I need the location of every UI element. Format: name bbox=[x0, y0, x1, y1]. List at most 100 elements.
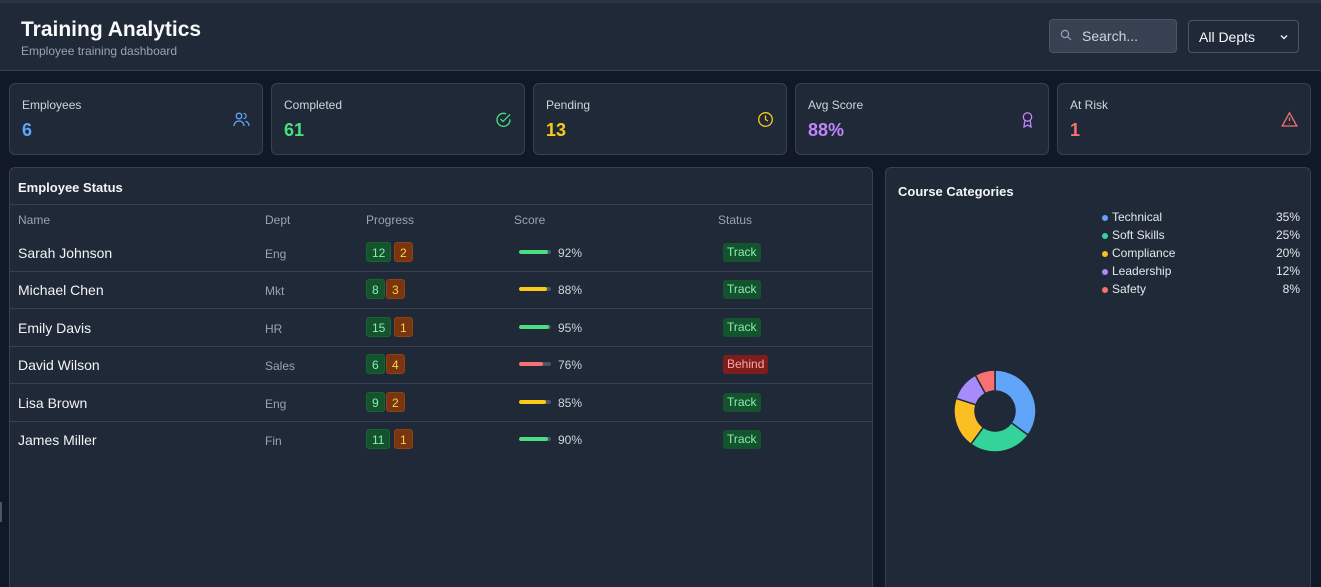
employee-dept: HR bbox=[265, 322, 283, 336]
scroll-edge-marker bbox=[0, 502, 2, 522]
pending-count-badge: 3 bbox=[386, 279, 405, 299]
completed-count-badge: 9 bbox=[366, 392, 385, 412]
search-box[interactable] bbox=[1049, 19, 1177, 53]
stat-value: 13 bbox=[546, 120, 567, 140]
status-badge: Track bbox=[723, 393, 761, 412]
row-divider bbox=[10, 383, 872, 384]
table-row[interactable]: Sarah Johnson Eng 12 2 92% Track bbox=[10, 235, 872, 272]
table-row[interactable]: Lisa Brown Eng 9 2 85% Track bbox=[10, 385, 872, 422]
legend-item: Technical 35% bbox=[1102, 210, 1300, 228]
legend-swatch bbox=[1102, 215, 1108, 221]
course-categories-donut-chart bbox=[953, 369, 1037, 453]
legend-swatch bbox=[1102, 251, 1108, 257]
score-value: 90% bbox=[558, 433, 583, 447]
employee-dept: Fin bbox=[265, 434, 282, 448]
search-input[interactable] bbox=[1082, 20, 1174, 52]
table-row[interactable]: Emily Davis HR 15 1 95% Track bbox=[10, 310, 872, 347]
stat-label: At Risk bbox=[1070, 98, 1109, 112]
award-icon bbox=[1022, 112, 1033, 128]
column-header-dept[interactable]: Dept bbox=[265, 213, 290, 227]
users-icon bbox=[233, 112, 250, 127]
column-header-name[interactable]: Name bbox=[18, 213, 50, 227]
employee-dept: Mkt bbox=[265, 284, 285, 298]
legend-swatch bbox=[1102, 233, 1108, 239]
stat-label: Pending bbox=[546, 98, 591, 112]
department-filter-select[interactable]: All Depts bbox=[1188, 20, 1299, 53]
legend-item: Safety 8% bbox=[1102, 282, 1300, 300]
alert-triangle-icon bbox=[1281, 111, 1298, 127]
completed-count-badge: 11 bbox=[366, 429, 391, 449]
check-circle-icon bbox=[496, 112, 511, 127]
stat-card-employees: Employees 6 bbox=[9, 83, 263, 155]
column-header-status[interactable]: Status bbox=[718, 213, 752, 227]
score-value: 92% bbox=[558, 246, 583, 260]
legend-item: Compliance 20% bbox=[1102, 246, 1300, 264]
pending-count-badge: 2 bbox=[386, 392, 405, 412]
status-badge: Track bbox=[723, 318, 761, 337]
pending-count-badge: 2 bbox=[394, 242, 413, 262]
score-bar-fill bbox=[519, 400, 547, 404]
score-bar-fill bbox=[519, 250, 549, 254]
pending-count-badge: 1 bbox=[394, 429, 413, 449]
pending-count-badge: 1 bbox=[394, 317, 413, 337]
legend-percent: 20% bbox=[1275, 246, 1300, 260]
legend-label: Compliance bbox=[1112, 246, 1176, 260]
stat-card-completed: Completed 61 bbox=[271, 83, 525, 155]
column-header-score[interactable]: Score bbox=[514, 213, 545, 227]
stat-value: 61 bbox=[284, 120, 305, 140]
score-value: 76% bbox=[558, 358, 583, 372]
legend-swatch bbox=[1102, 287, 1108, 293]
employee-name: David Wilson bbox=[18, 357, 100, 373]
legend-swatch bbox=[1102, 269, 1108, 275]
course-categories-panel: Course Categories Technical 35% Soft Skill… bbox=[885, 167, 1311, 587]
employee-name: Emily Davis bbox=[18, 320, 92, 336]
stat-value: 1 bbox=[1070, 120, 1081, 140]
pending-count-badge: 4 bbox=[386, 354, 405, 374]
stat-card-pending: Pending 13 bbox=[533, 83, 787, 155]
panel-title: Employee Status bbox=[18, 180, 123, 195]
score-value: 88% bbox=[558, 283, 583, 297]
status-badge: Track bbox=[723, 430, 761, 449]
legend-percent: 35% bbox=[1275, 210, 1300, 224]
chevron-down-icon bbox=[1280, 34, 1288, 40]
employee-name: Sarah Johnson bbox=[18, 245, 113, 261]
stat-label: Completed bbox=[284, 98, 343, 112]
legend-label: Leadership bbox=[1112, 264, 1172, 278]
stat-card-at-risk: At Risk 1 bbox=[1057, 83, 1311, 155]
score-value: 85% bbox=[558, 396, 583, 410]
legend-percent: 8% bbox=[1282, 282, 1300, 296]
table-row[interactable]: James Miller Fin 11 1 90% Track bbox=[10, 422, 872, 459]
employee-dept: Eng bbox=[265, 247, 287, 261]
page-subtitle: Employee training dashboard bbox=[21, 44, 178, 58]
score-bar bbox=[519, 400, 551, 404]
app-header: Training Analytics Employee training das… bbox=[0, 3, 1321, 71]
score-bar bbox=[519, 325, 551, 329]
panel-title: Course Categories bbox=[898, 184, 1014, 199]
completed-count-badge: 12 bbox=[366, 242, 392, 262]
employee-name: Lisa Brown bbox=[18, 395, 88, 411]
employee-name: James Miller bbox=[18, 432, 97, 448]
stat-card-avg-score: Avg Score 88% bbox=[795, 83, 1049, 155]
table-row[interactable]: David Wilson Sales 6 4 76% Behind bbox=[10, 347, 872, 384]
score-bar bbox=[519, 250, 551, 254]
department-filter-value: All Depts bbox=[1199, 29, 1256, 45]
score-bar-fill bbox=[519, 362, 544, 366]
legend-label: Technical bbox=[1112, 210, 1163, 224]
score-bar bbox=[519, 437, 551, 441]
status-badge: Track bbox=[723, 243, 761, 262]
legend-percent: 12% bbox=[1275, 264, 1300, 278]
employee-dept: Eng bbox=[265, 397, 287, 411]
table-row[interactable]: Michael Chen Mkt 8 3 88% Track bbox=[10, 272, 872, 309]
status-badge: Track bbox=[723, 280, 761, 299]
legend-label: Safety bbox=[1112, 282, 1147, 296]
completed-count-badge: 15 bbox=[366, 317, 392, 337]
score-bar-fill bbox=[519, 437, 548, 441]
score-bar bbox=[519, 287, 551, 291]
divider bbox=[10, 204, 872, 205]
stat-label: Employees bbox=[22, 98, 82, 112]
score-bar-fill bbox=[519, 287, 548, 291]
score-bar bbox=[519, 362, 551, 366]
employee-dept: Sales bbox=[265, 359, 296, 373]
stat-label: Avg Score bbox=[808, 98, 864, 112]
column-header-progress[interactable]: Progress bbox=[366, 213, 414, 227]
